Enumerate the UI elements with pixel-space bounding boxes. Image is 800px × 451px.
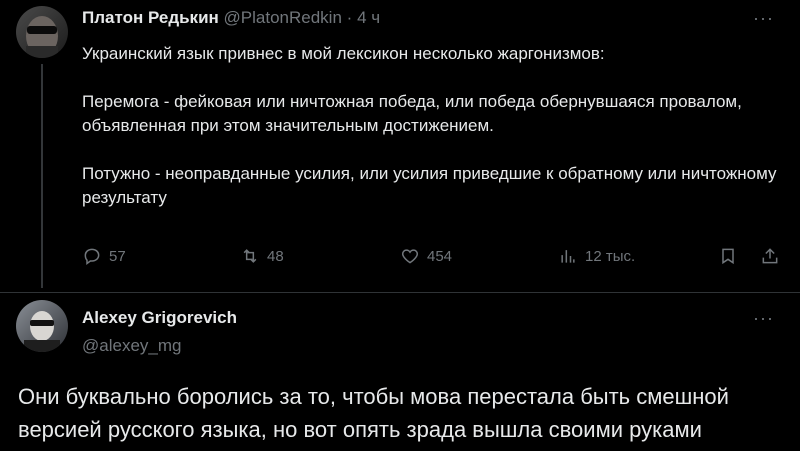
share-button[interactable] [760, 246, 780, 266]
like-count: 454 [427, 247, 453, 265]
tweet-main[interactable]: Платон Редькин @PlatonRedkin · 4 ч ··· У… [0, 0, 800, 290]
author-handle[interactable]: @alexey_mg [82, 336, 181, 356]
reply-count: 57 [109, 247, 126, 265]
bookmark-icon [722, 248, 734, 265]
reply-icon [84, 248, 100, 265]
author-handle[interactable]: @PlatonRedkin [224, 8, 342, 27]
divider [0, 292, 800, 293]
heart-icon [401, 249, 419, 264]
timestamp[interactable]: 4 ч [357, 8, 380, 27]
views-button[interactable]: 12 тыс. [558, 246, 635, 266]
separator: · [346, 8, 353, 27]
author-name[interactable]: Платон Редькин [82, 8, 219, 27]
views-icon [561, 250, 575, 263]
share-icon [762, 248, 778, 264]
retweet-icon [243, 249, 257, 263]
more-options-button[interactable]: ··· [753, 8, 774, 29]
tweet-header: Платон Редькин @PlatonRedkin · 4 ч [82, 8, 380, 28]
retweet-button[interactable]: 48 [240, 246, 284, 266]
retweet-count: 48 [267, 247, 284, 265]
action-bar: 57 48 454 12 тыс. [82, 246, 782, 274]
bookmark-button[interactable] [718, 246, 738, 266]
reply-header: Alexey Grigorevich [82, 308, 237, 328]
more-options-button[interactable]: ··· [753, 308, 774, 329]
author-name[interactable]: Alexey Grigorevich [82, 308, 237, 327]
thread-line [41, 64, 43, 288]
tweet-text: Украинский язык привнес в мой лексикон н… [82, 44, 777, 207]
views-count: 12 тыс. [585, 247, 636, 265]
avatar[interactable] [16, 6, 68, 58]
avatar[interactable] [16, 300, 68, 352]
reply-text: Они буквально боролись за то, чтобы мова… [18, 384, 729, 442]
like-button[interactable]: 454 [400, 246, 452, 266]
reply-button[interactable]: 57 [82, 246, 126, 266]
